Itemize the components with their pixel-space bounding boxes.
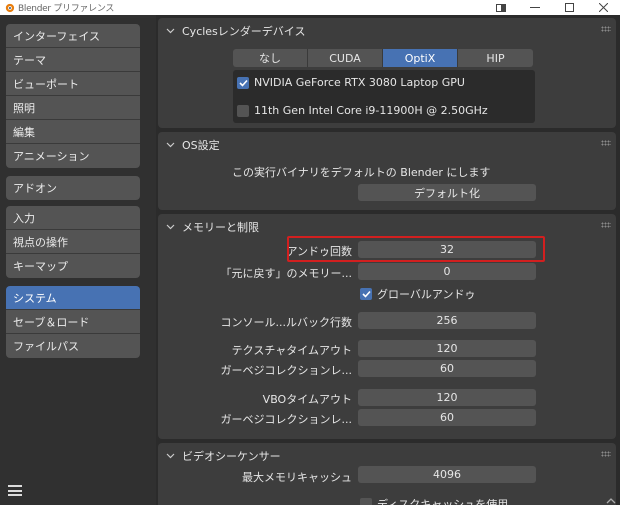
device-option-none[interactable]: なし [233, 49, 308, 67]
chevron-down-icon [164, 28, 176, 34]
chevron-down-icon [164, 453, 176, 459]
title-bar: Blender プリファレンス [0, 0, 620, 15]
panel-memory-limits: メモリーと制限 アンドゥ回数 32 「元に戻す」のメモリー... 0 グローバル… [158, 214, 616, 439]
preferences-main: Cyclesレンダーデバイス なし CUDA OptiX HIP NVIDIA … [156, 15, 620, 505]
panel-header-sequencer[interactable]: ビデオシーケンサー [158, 443, 616, 468]
texture-timeout-label: テクスチャタイムアウト [231, 344, 352, 357]
os-description: この実行バイナリをデフォルトの Blender にします [232, 166, 491, 179]
sidebar-item-navigation[interactable]: 視点の操作 [6, 230, 140, 254]
minimize-button[interactable] [518, 0, 552, 15]
console-scrollback-label: コンソール...ルバック行数 [220, 316, 353, 329]
disk-cache-toggle[interactable]: ディスクキャッシュを使用 [360, 496, 508, 505]
gc-rate-field[interactable]: 60 [358, 360, 536, 377]
drag-grip-icon[interactable] [601, 26, 611, 32]
panel-title: Cyclesレンダーデバイス [182, 24, 306, 38]
sidebar-item-save-load[interactable]: セーブ＆ロード [6, 310, 140, 334]
sidebar-item-viewport[interactable]: ビューポート [6, 72, 140, 96]
sidebar-item-animation[interactable]: アニメーション [6, 144, 140, 168]
device-name: NVIDIA GeForce RTX 3080 Laptop GPU [254, 76, 465, 89]
sidebar-item-lights[interactable]: 照明 [6, 96, 140, 120]
device-option-hip[interactable]: HIP [458, 49, 533, 67]
sidebar-group-system: システム セーブ＆ロード ファイルパス [6, 286, 140, 358]
checkbox-unchecked-icon[interactable] [360, 498, 372, 505]
device-option-optix[interactable]: OptiX [383, 49, 458, 67]
drag-grip-icon[interactable] [601, 140, 611, 146]
sidebar-item-input[interactable]: 入力 [6, 206, 140, 230]
sidebar-item-system[interactable]: システム [6, 286, 140, 310]
panel-os-settings: OS設定 この実行バイナリをデフォルトの Blender にします デフォルト化 [158, 132, 616, 210]
preferences-sidebar: インターフェイス テーマ ビューポート 照明 編集 アニメーション アドオン 入… [0, 15, 156, 505]
memory-cache-label: 最大メモリキャッシュ [242, 471, 352, 484]
device-row-gpu[interactable]: NVIDIA GeForce RTX 3080 Laptop GPU [237, 76, 465, 89]
undo-memory-label: 「元に戻す」のメモリー... [220, 267, 353, 280]
make-default-button[interactable]: デフォルト化 [358, 184, 536, 201]
panel-title: メモリーと制限 [182, 220, 259, 234]
undo-steps-highlight [287, 236, 545, 262]
vbo-gc-rate-label: ガーベジコレクションレ... [220, 413, 353, 426]
sidebar-item-themes[interactable]: テーマ [6, 48, 140, 72]
global-undo-label: グローバルアンドゥ [377, 288, 476, 301]
sidebar-item-interface[interactable]: インターフェイス [6, 24, 140, 48]
sidebar-item-keymap[interactable]: キーマップ [6, 254, 140, 278]
window-title: Blender プリファレンス [18, 4, 115, 14]
panel-header-cycles[interactable]: Cyclesレンダーデバイス [158, 18, 616, 43]
disk-cache-label: ディスクキャッシュを使用 [377, 498, 509, 505]
hamburger-menu-icon[interactable] [8, 485, 22, 496]
sidebar-item-editing[interactable]: 編集 [6, 120, 140, 144]
blender-logo-icon [3, 2, 15, 14]
texture-timeout-field[interactable]: 120 [358, 340, 536, 357]
drag-grip-icon[interactable] [601, 451, 611, 457]
vbo-timeout-field[interactable]: 120 [358, 389, 536, 406]
sidebar-group-addons: アドオン [6, 176, 140, 200]
device-row-cpu[interactable]: 11th Gen Intel Core i9-11900H @ 2.50GHz [237, 104, 488, 117]
panel-video-sequencer: ビデオシーケンサー 最大メモリキャッシュ 4096 ディスクキャッシュを使用 [158, 443, 616, 505]
window-layout-icon[interactable] [484, 0, 518, 15]
memory-cache-field[interactable]: 4096 [358, 466, 536, 483]
panel-title: ビデオシーケンサー [182, 449, 281, 463]
maximize-button[interactable] [552, 0, 586, 15]
device-name: 11th Gen Intel Core i9-11900H @ 2.50GHz [254, 104, 488, 117]
checkbox-unchecked-icon[interactable] [237, 104, 249, 117]
panel-header-os[interactable]: OS設定 [158, 132, 616, 157]
sidebar-item-file-paths[interactable]: ファイルパス [6, 334, 140, 358]
console-scrollback-field[interactable]: 256 [358, 312, 536, 329]
drag-grip-icon[interactable] [601, 222, 611, 228]
sidebar-group-ui: インターフェイス テーマ ビューポート 照明 編集 アニメーション [6, 24, 140, 168]
undo-memory-field[interactable]: 0 [358, 263, 536, 280]
vbo-timeout-label: VBOタイムアウト [262, 393, 352, 406]
device-option-cuda[interactable]: CUDA [308, 49, 383, 67]
sidebar-group-input: 入力 視点の操作 キーマップ [6, 206, 140, 278]
panel-title: OS設定 [182, 138, 220, 152]
chevron-down-icon [164, 224, 176, 230]
gc-rate-label: ガーベジコレクションレ... [220, 364, 353, 377]
global-undo-toggle[interactable]: グローバルアンドゥ [360, 286, 475, 302]
chevron-down-icon [164, 142, 176, 148]
sidebar-item-addons[interactable]: アドオン [6, 176, 140, 200]
checkbox-checked-icon[interactable] [237, 76, 249, 89]
device-type-selector: なし CUDA OptiX HIP [233, 49, 533, 67]
close-button[interactable] [586, 0, 620, 15]
checkbox-checked-icon[interactable] [360, 288, 372, 300]
scroll-up-icon[interactable] [606, 495, 616, 504]
vbo-gc-rate-field[interactable]: 60 [358, 409, 536, 426]
panel-cycles-devices: Cyclesレンダーデバイス なし CUDA OptiX HIP NVIDIA … [158, 18, 616, 128]
